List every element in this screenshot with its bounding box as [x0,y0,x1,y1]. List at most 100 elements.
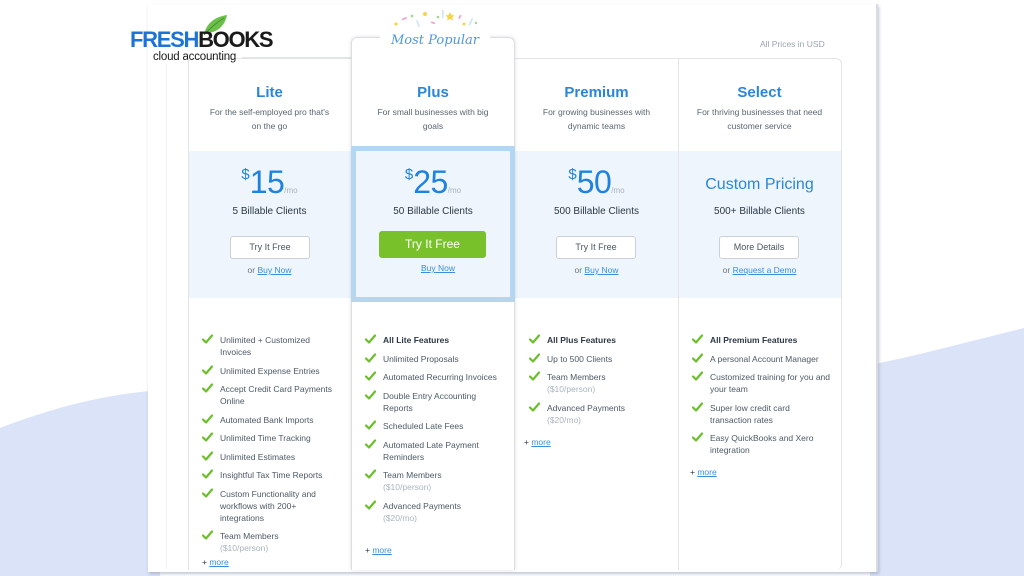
feature-text: Accept Credit Card Payments Online [220,384,332,406]
checkmark-icon [202,530,213,540]
feature-item: Scheduled Late Fees [365,420,505,432]
checkmark-icon [365,420,376,430]
feature-text: Unlimited Time Tracking [220,433,311,443]
feature-item: Unlimited Expense Entries [202,364,342,377]
currency-note: All Prices in USD [760,39,825,49]
feature-text: Team Members [220,531,279,541]
try-it-free-button-primary[interactable]: Try It Free [379,231,486,258]
more-link[interactable]: more [209,557,228,567]
or-text: or [247,265,256,275]
feature-text: Automated Late Payment Reminders [383,439,479,462]
feature-list: Unlimited + Customized Invoices Unlimited… [202,334,342,561]
feature-item: All Premium Features [692,334,832,346]
checkmark-icon [529,352,540,363]
checkmark-icon [202,334,213,344]
more-details-button[interactable]: More Details [719,236,799,259]
more-features: + more [690,467,717,477]
or-text: or [722,265,731,275]
feature-item: Team Members ($10/person) [202,530,342,554]
feature-item: Team Members ($10/person) [365,469,505,493]
checkmark-icon [202,383,213,393]
plan-price: $25/mo [351,164,515,201]
billable-clients: 500 Billable Clients [553,206,640,217]
feature-text: A personal Account Manager [710,353,819,364]
price-period: /mo [284,186,298,195]
buy-now-link[interactable]: Buy Now [421,263,455,273]
checkmark-icon [365,469,376,479]
plan-column-premium: Premium For growing businesses with dyna… [515,58,678,570]
more-link[interactable]: more [697,467,716,477]
price-amount: 25 [413,164,448,200]
feature-text: Up to 500 Clients [547,353,613,364]
feature-item: A personal Account Manager [692,352,832,365]
feature-text: All Premium Features [710,335,798,345]
buy-now-link[interactable]: Buy Now [257,265,291,275]
feature-item: Double Entry Accounting Reports [365,389,505,414]
feature-price-note: ($20/mo) [383,512,418,523]
feature-item: Easy QuickBooks and Xero integration [692,432,832,456]
alt-action: or Buy Now [188,265,351,275]
feature-list: All Plus Features Up to 500 Clients Team M… [529,334,669,432]
feature-item: Automated Recurring Invoices [365,371,505,383]
buy-now-link[interactable]: Buy Now [584,265,618,275]
plan-price: $15/mo [188,164,351,201]
plus-icon: + [524,437,529,447]
checkmark-icon [692,401,703,412]
plan-name: Select [737,84,782,101]
plan-name: Premium [564,84,629,101]
billable-clients: 500+ Billable Clients [714,206,805,217]
billable-clients: 50 Billable Clients [393,206,473,217]
try-it-free-button[interactable]: Try It Free [230,236,310,259]
feature-text: Advanced Payments [383,500,461,511]
feature-list: All Premium Features A personal Account M… [692,334,832,463]
checkmark-icon [692,352,703,363]
checkmark-icon [365,499,376,510]
feature-text: Double Entry Accounting Reports [383,390,477,413]
request-demo-link[interactable]: Request a Demo [733,265,797,275]
price-amount: 15 [249,164,285,200]
feature-item: Team Members ($10/person) [529,371,669,395]
plan-column-lite: Lite For the self-employed pro that's on… [188,58,351,570]
feature-list: All Lite Features Unlimited Proposals Auto… [365,334,505,530]
checkmark-icon [692,432,703,442]
plan-name: Plus [417,84,449,101]
or-text: or [574,265,583,275]
feature-text: Unlimited Estimates [220,451,296,462]
checkmark-icon [202,487,213,498]
logo-books: BOOKS [198,27,273,52]
more-features: + more [202,557,229,567]
plan-name: Lite [256,84,283,101]
feature-item: Accept Credit Card Payments Online [202,383,342,407]
try-it-free-button[interactable]: Try It Free [556,236,636,259]
checkmark-icon [692,334,703,344]
checkmark-icon [529,371,540,381]
price-currency: $ [404,166,414,183]
more-link[interactable]: more [372,545,391,555]
checkmark-icon [202,432,213,442]
feature-text: Insightful Tax Time Reports [220,470,323,480]
alt-action: or Request a Demo [678,265,841,275]
more-features: + more [524,437,551,447]
checkmark-icon [365,352,376,363]
feature-text: Custom Functionality and workflows with … [220,488,316,523]
feature-text: Unlimited + Customized Invoices [220,335,310,357]
most-popular-badge: Most Popular [380,6,490,50]
checkmark-icon [365,371,376,381]
feature-item: Automated Late Payment Reminders [365,438,505,463]
feature-item: Custom Functionality and workflows with … [202,487,342,524]
most-popular-label: Most Popular [380,33,490,48]
feature-text: Easy QuickBooks and Xero integration [710,433,814,455]
feature-item: Unlimited + Customized Invoices [202,334,342,358]
checkmark-icon [202,469,213,479]
more-link[interactable]: more [531,437,550,447]
feature-item: Super low credit card transaction rates [692,401,832,426]
price-currency: $ [241,166,250,183]
feature-item: Customized training for you and your tea… [692,371,832,395]
feature-text: All Lite Features [383,335,450,345]
plan-description: For thriving businesses that need custom… [696,107,823,131]
plan-description: For growing businesses with dynamic team… [542,107,651,131]
feature-text: Customized training for you and your tea… [710,372,831,394]
plan-description: For small businesses with big goals [377,107,489,131]
custom-pricing: Custom Pricing [705,176,814,193]
logo-wordmark: FRESHBOOKS [130,27,274,52]
